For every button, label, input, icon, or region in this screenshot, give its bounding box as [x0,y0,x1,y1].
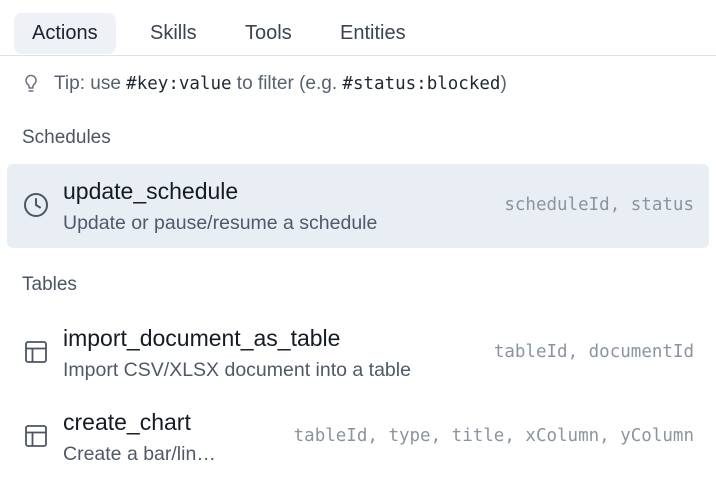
action-name: create_chart [63,409,191,435]
action-item-update-schedule[interactable]: update_schedule Update or pause/resume a… [7,164,709,248]
action-description: Import CSV/XLSX document into a table [63,359,411,381]
table-icon [25,341,47,363]
filter-tip: Tip: use #key:value to filter (e.g. #sta… [22,70,507,98]
tip-code-key-value: #key:value [126,74,232,94]
tip-middle: to filter (e.g. [231,73,343,94]
action-item-create-chart[interactable]: create_chart Create a bar/line chart tab… [7,395,709,479]
action-params: tableId, documentId [493,342,694,362]
tab-tools[interactable]: Tools [227,13,310,54]
action-name: update_schedule [63,178,239,204]
tab-actions[interactable]: Actions [14,13,116,54]
tab-entities[interactable]: Entities [322,13,424,54]
table-icon [25,425,47,447]
action-params: scheduleId, status [504,195,694,215]
tip-suffix: ) [500,73,507,94]
action-item-import-document-as-table[interactable]: import_document_as_table Import CSV/XLSX… [7,311,709,395]
action-params: tableId, type, title, xColumn, yColumn [293,426,694,446]
clock-icon [24,193,48,217]
tip-code-status: #status:blocked [342,74,501,94]
section-title-schedules: Schedules [22,127,111,148]
tab-bar: Actions Skills Tools Entities [0,0,716,56]
tip-prefix: Tip: use [54,73,127,94]
tab-skills[interactable]: Skills [132,13,215,54]
section-title-tables: Tables [22,274,77,295]
action-description: Update or pause/resume a schedule [63,212,378,234]
action-name: import_document_as_table [63,325,341,351]
lightbulb-icon [25,74,37,92]
action-description: Create a bar/line chart [63,443,221,465]
